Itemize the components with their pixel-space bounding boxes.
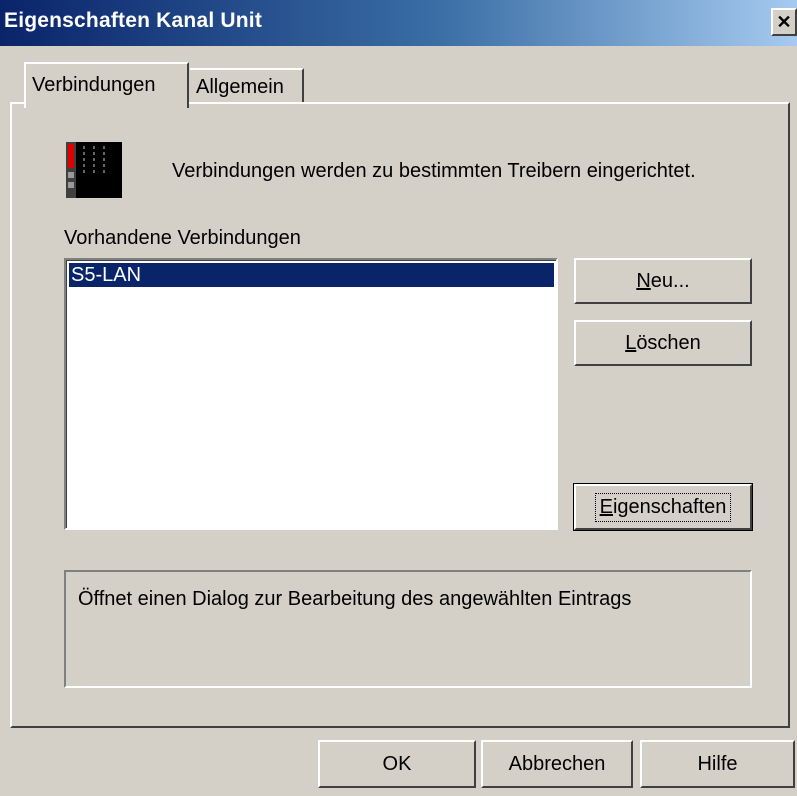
cancel-button-label: Abbrechen bbox=[508, 752, 606, 775]
tab-verbindungen[interactable]: Verbindungen bbox=[24, 62, 189, 108]
new-button-label: Neu... bbox=[636, 269, 690, 292]
delete-button-label: Löschen bbox=[625, 331, 701, 354]
intro-text: Verbindungen werden zu bestimmten Treibe… bbox=[172, 160, 696, 182]
device-rack-icon bbox=[60, 140, 128, 200]
ok-button-label: OK bbox=[382, 752, 412, 775]
close-icon: ✕ bbox=[776, 11, 792, 32]
new-button[interactable]: Neu... bbox=[574, 258, 752, 304]
help-button-label: Hilfe bbox=[697, 752, 738, 775]
cancel-button[interactable]: Abbrechen bbox=[481, 740, 633, 788]
ok-button[interactable]: OK bbox=[318, 740, 476, 788]
tab-allgemein[interactable]: Allgemein bbox=[190, 68, 304, 104]
help-button[interactable]: Hilfe bbox=[640, 740, 795, 788]
list-item-s5-lan[interactable]: S5-LAN bbox=[69, 263, 554, 287]
window-title: Eigenschaften Kanal Unit bbox=[4, 9, 263, 32]
connections-list-label: Vorhandene Verbindungen bbox=[64, 227, 301, 249]
close-button[interactable]: ✕ bbox=[771, 8, 797, 36]
connections-listbox[interactable]: S5-LAN bbox=[64, 258, 558, 530]
properties-button[interactable]: Eigenschaften bbox=[573, 483, 753, 531]
title-bar: Eigenschaften Kanal Unit ✕ bbox=[0, 0, 797, 46]
delete-button[interactable]: Löschen bbox=[574, 320, 752, 366]
description-text: Öffnet einen Dialog zur Bearbeitung des … bbox=[78, 588, 632, 610]
properties-button-label: Eigenschaften bbox=[594, 492, 732, 522]
